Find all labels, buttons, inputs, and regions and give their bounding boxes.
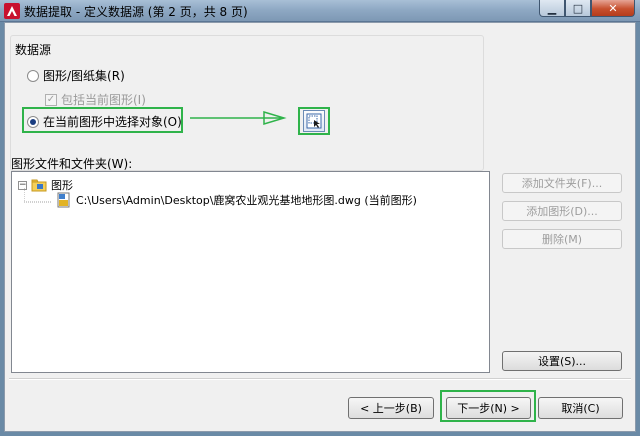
close-button[interactable]: ✕	[591, 0, 635, 17]
radio-sheetset-circle[interactable]	[27, 69, 39, 82]
minimize-button[interactable]: ▁	[539, 0, 565, 17]
radio-select-objects-label: 在当前图形中选择对象(O)	[43, 115, 182, 129]
select-objects-button[interactable]	[303, 110, 325, 132]
radio-select-objects-circle[interactable]	[27, 115, 39, 128]
arrow-annotation-icon	[190, 110, 287, 126]
dwg-file-icon	[57, 192, 70, 208]
files-label: 图形文件和文件夹(W):	[11, 157, 133, 171]
tree-node-dwg-file[interactable]: C:\Users\Admin\Desktop\鹿窝农业观光基地地形图.dwg (…	[56, 192, 417, 208]
dialog-body: 数据源 图形/图纸集(R) ✓ 包括当前图形(I) 在当前图形中选择对象(O) …	[4, 22, 636, 432]
add-drawing-button[interactable]: 添加图形(D)...	[502, 201, 622, 221]
cancel-button[interactable]: 取消(C)	[538, 397, 623, 419]
settings-button[interactable]: 设置(S)...	[502, 351, 622, 371]
window-title: 数据提取 - 定义数据源 (第 2 页，共 8 页)	[24, 5, 248, 19]
include-current-label: 包括当前图形(I)	[61, 93, 146, 107]
remove-button[interactable]: 删除(M)	[502, 229, 622, 249]
include-current-check-icon: ✓	[45, 93, 57, 106]
autocad-app-icon[interactable]	[4, 3, 20, 19]
files-tree[interactable]: − 图形 C:\Users\Admin\Desktop\鹿窝农业观光基地地形图.…	[11, 171, 490, 373]
add-folder-button[interactable]: 添加文件夹(F)...	[502, 173, 622, 193]
radio-sheetset-label: 图形/图纸集(R)	[43, 69, 125, 83]
include-current-checkbox: ✓ 包括当前图形(I)	[45, 91, 146, 108]
select-objects-icon	[306, 113, 322, 129]
tree-connector	[24, 188, 52, 203]
radio-sheetset[interactable]: 图形/图纸集(R)	[27, 67, 125, 84]
radio-select-objects[interactable]: 在当前图形中选择对象(O)	[27, 113, 182, 130]
back-button[interactable]: < 上一步(B)	[348, 397, 434, 419]
next-button[interactable]: 下一步(N) >	[446, 397, 531, 419]
datasource-label: 数据源	[15, 43, 52, 57]
maximize-button[interactable]: □	[565, 0, 591, 17]
tree-node-drawings-label: 图形	[51, 179, 73, 192]
tree-node-dwg-file-label: C:\Users\Admin\Desktop\鹿窝农业观光基地地形图.dwg (…	[76, 194, 417, 207]
footer-separator	[9, 378, 631, 380]
title-bar: 数据提取 - 定义数据源 (第 2 页，共 8 页) ▁ □ ✕	[0, 0, 640, 22]
